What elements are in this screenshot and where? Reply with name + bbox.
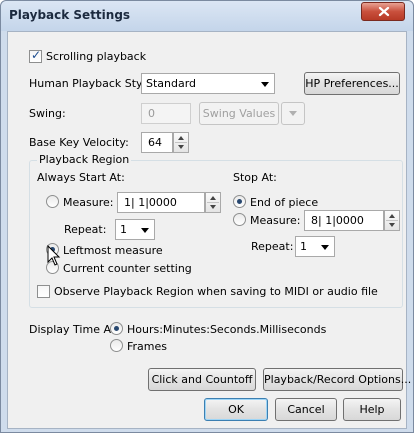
velocity-label: Base Key Velocity: bbox=[29, 136, 129, 149]
swing-values-dropdown[interactable] bbox=[281, 102, 305, 125]
observe-region-label: Observe Playback Region when saving to M… bbox=[54, 285, 378, 298]
spinner-divider bbox=[386, 220, 398, 221]
velocity-input[interactable]: 64 bbox=[141, 132, 173, 153]
spinner-divider bbox=[207, 202, 219, 203]
chevron-down-icon bbox=[321, 245, 329, 250]
start-measure-label: Measure: bbox=[63, 196, 114, 209]
start-measure-radio[interactable] bbox=[46, 195, 59, 208]
leftmost-measure-label: Leftmost measure bbox=[63, 244, 163, 257]
display-time-label: Display Time As: bbox=[29, 323, 121, 336]
help-button[interactable]: Help bbox=[343, 398, 401, 421]
radio-selected-dot bbox=[237, 199, 242, 204]
playback-region-title: Playback Region bbox=[37, 153, 132, 166]
end-of-piece-label: End of piece bbox=[250, 196, 319, 209]
swing-values-label: Swing Values bbox=[202, 107, 276, 120]
always-start-label: Always Start At: bbox=[37, 171, 125, 184]
arrow-up-icon bbox=[178, 136, 184, 140]
swing-value: 0 bbox=[148, 107, 155, 120]
spinner-divider bbox=[175, 142, 187, 143]
start-repeat-select[interactable]: 1 bbox=[115, 219, 155, 240]
start-repeat-label: Repeat: bbox=[64, 223, 107, 236]
stop-measure-input[interactable]: 8| 1|0000 bbox=[304, 210, 384, 231]
stop-repeat-select[interactable]: 1 bbox=[295, 236, 335, 257]
start-measure-input[interactable]: 1| 1|0000 bbox=[117, 192, 205, 213]
end-of-piece-radio[interactable] bbox=[233, 195, 246, 208]
display-frames-radio[interactable] bbox=[110, 339, 123, 352]
display-hms-label: Hours:Minutes:Seconds.Milliseconds bbox=[127, 323, 327, 336]
stop-measure-radio[interactable] bbox=[233, 213, 246, 226]
human-playback-style-value: Standard bbox=[146, 77, 197, 90]
stop-at-label: Stop At: bbox=[233, 171, 277, 184]
arrow-down-icon bbox=[178, 145, 184, 149]
scrolling-playback-label: Scrolling playback bbox=[46, 50, 147, 63]
stop-measure-spinner[interactable] bbox=[384, 210, 400, 231]
stop-repeat-label: Repeat: bbox=[251, 240, 294, 253]
velocity-value: 64 bbox=[148, 136, 162, 149]
chevron-down-icon bbox=[141, 228, 149, 233]
arrow-up-icon bbox=[389, 214, 395, 218]
start-measure-spinner[interactable] bbox=[205, 192, 221, 213]
display-frames-label: Frames bbox=[127, 340, 168, 353]
dialog-body: ✓ Scrolling playback Human Playback Styl… bbox=[7, 31, 411, 429]
arrow-down-icon bbox=[389, 223, 395, 227]
close-icon bbox=[378, 6, 390, 17]
velocity-spinner[interactable] bbox=[173, 132, 189, 153]
close-button[interactable] bbox=[361, 2, 405, 21]
start-repeat-value: 1 bbox=[120, 223, 127, 236]
mouse-cursor-icon bbox=[47, 245, 61, 266]
start-measure-value: 1| 1|0000 bbox=[124, 196, 177, 209]
scrolling-playback-checkbox[interactable]: ✓ bbox=[29, 48, 42, 63]
swing-label: Swing: bbox=[29, 107, 66, 120]
swing-values-button[interactable]: Swing Values bbox=[199, 102, 279, 125]
swing-input[interactable]: 0 bbox=[141, 103, 191, 124]
ok-button[interactable]: OK bbox=[204, 398, 268, 421]
title-bar[interactable]: Playback Settings bbox=[1, 1, 413, 31]
observe-region-checkbox[interactable] bbox=[37, 285, 50, 298]
stop-measure-label: Measure: bbox=[250, 214, 301, 227]
playback-settings-window: Playback Settings ✓ Scrolling playback H… bbox=[0, 0, 414, 433]
radio-selected-dot bbox=[114, 326, 119, 331]
stop-repeat-value: 1 bbox=[300, 240, 307, 253]
click-countoff-button[interactable]: Click and Countoff bbox=[148, 368, 256, 391]
cancel-button[interactable]: Cancel bbox=[275, 398, 337, 421]
hp-preferences-button[interactable]: HP Preferences... bbox=[304, 72, 400, 95]
stop-measure-value: 8| 1|0000 bbox=[311, 214, 364, 227]
human-playback-style-select[interactable]: Standard bbox=[141, 73, 275, 94]
chevron-down-icon bbox=[261, 82, 269, 87]
arrow-down-icon bbox=[210, 205, 216, 209]
human-playback-label: Human Playback Style: bbox=[29, 77, 157, 90]
window-title: Playback Settings bbox=[9, 8, 131, 22]
arrow-up-icon bbox=[210, 196, 216, 200]
playback-record-options-button[interactable]: Playback/Record Options... bbox=[263, 368, 411, 391]
current-counter-label: Current counter setting bbox=[63, 262, 192, 275]
display-hms-radio[interactable] bbox=[110, 322, 123, 335]
chevron-down-icon bbox=[289, 111, 297, 116]
